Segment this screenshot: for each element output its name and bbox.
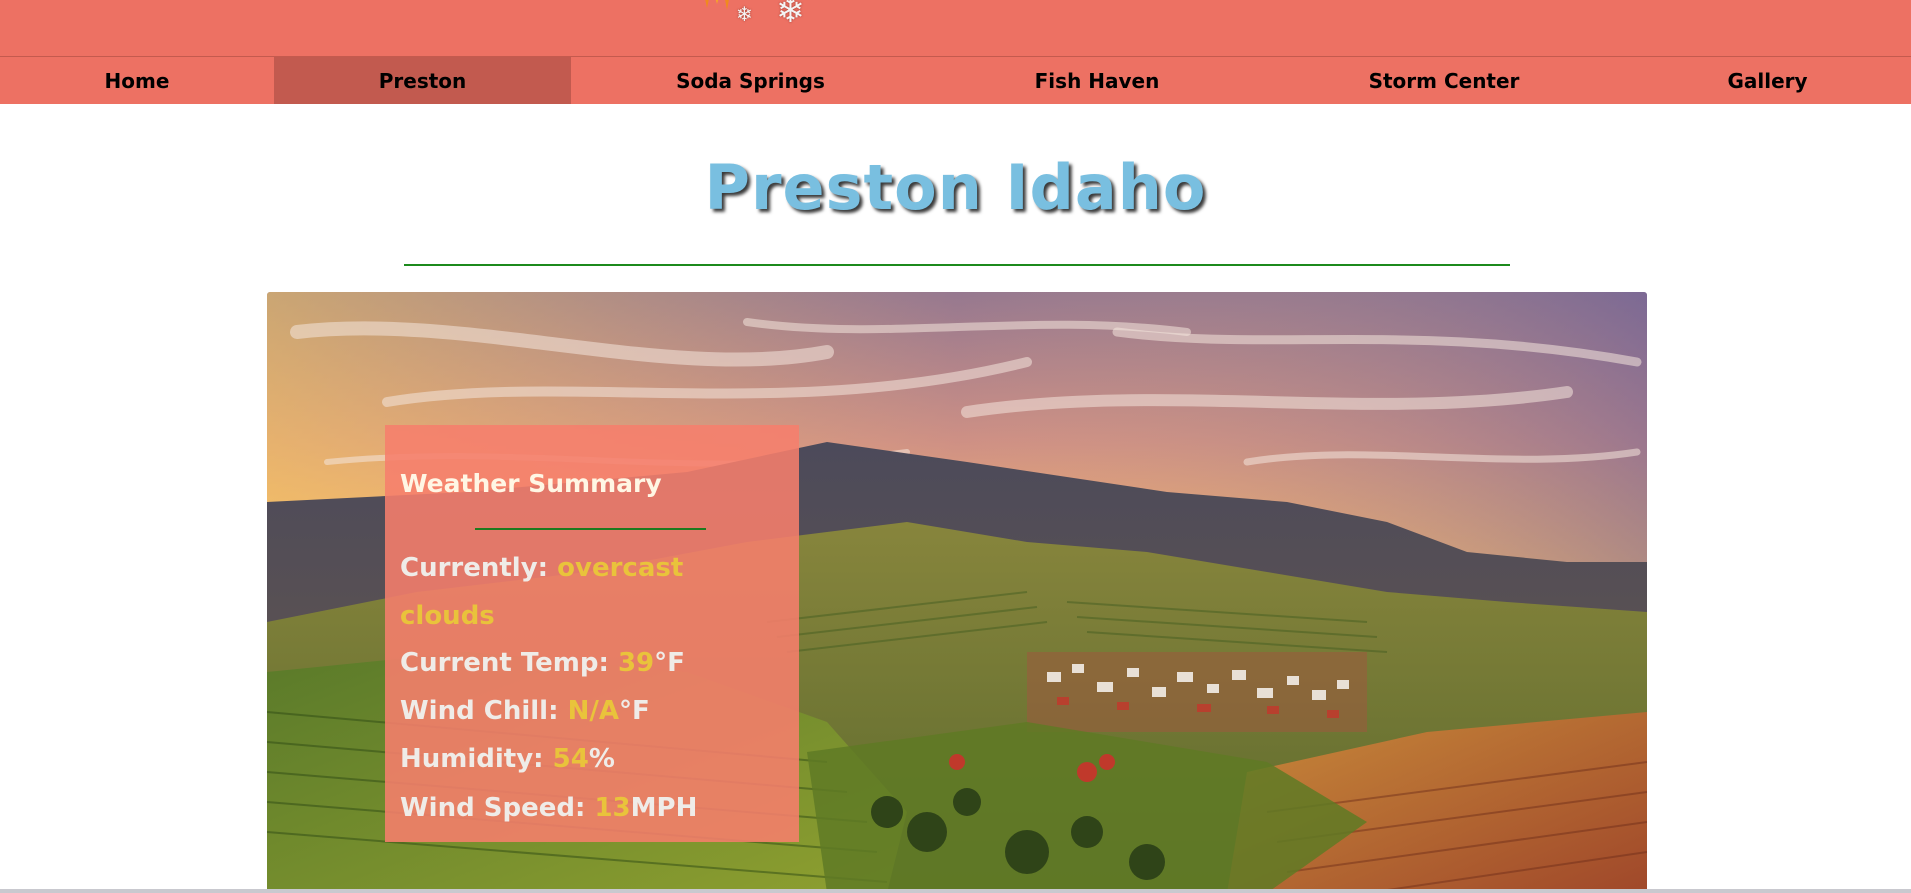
current-conditions-label: Currently: <box>400 553 549 583</box>
wind-chill: Wind Chill: N/A°F <box>400 687 650 735</box>
humidity-unit: % <box>588 744 615 774</box>
nav-soda-springs[interactable]: Soda Springs <box>571 57 930 104</box>
current-conditions-continued: clouds <box>400 592 495 640</box>
snowflake-icon: ❄ <box>736 2 753 26</box>
snowflake-icon: ❄ <box>776 0 805 31</box>
weather-summary-divider <box>475 528 706 530</box>
nav-storm-center[interactable]: Storm Center <box>1264 57 1624 104</box>
wind-chill-unit: °F <box>618 696 650 726</box>
wind-speed: Wind Speed: 13MPH <box>400 784 697 832</box>
nav-home[interactable]: Home <box>0 57 274 104</box>
wind-speed-value: 13 <box>594 793 631 823</box>
title-divider <box>404 264 1510 266</box>
weather-summary-card: Weather Summary Currently: overcast clou… <box>385 425 799 842</box>
current-conditions-value: overcast <box>557 553 684 583</box>
weather-summary-heading: Weather Summary <box>400 469 662 498</box>
wind-speed-unit: MPH <box>630 793 698 823</box>
humidity-label: Humidity: <box>400 744 544 774</box>
current-conditions-value-continued: clouds <box>400 601 495 631</box>
current-temp: Current Temp: 39°F <box>400 639 685 687</box>
nav-gallery[interactable]: Gallery <box>1624 57 1911 104</box>
current-temp-unit: °F <box>654 648 685 678</box>
humidity-value: 54 <box>552 744 589 774</box>
wind-chill-value: N/A <box>567 696 619 726</box>
page-title: Preston Idaho <box>704 151 1207 224</box>
current-temp-value: 39 <box>617 648 655 678</box>
site-logo[interactable]: ❄ ❄ <box>690 0 820 34</box>
current-temp-label: Current Temp: <box>400 648 609 678</box>
main-navigation: Home Preston Soda Springs Fish Haven Sto… <box>0 56 1911 104</box>
wind-chill-label: Wind Chill: <box>400 696 559 726</box>
humidity: Humidity: 54% <box>400 735 615 783</box>
site-banner: ❄ ❄ <box>0 0 1911 56</box>
nav-preston[interactable]: Preston <box>274 57 571 104</box>
sun-icon <box>705 0 729 10</box>
window-bottom-edge <box>0 889 1911 893</box>
wind-speed-label: Wind Speed: <box>400 793 586 823</box>
nav-fish-haven[interactable]: Fish Haven <box>930 57 1264 104</box>
current-conditions: Currently: overcast <box>400 544 683 592</box>
